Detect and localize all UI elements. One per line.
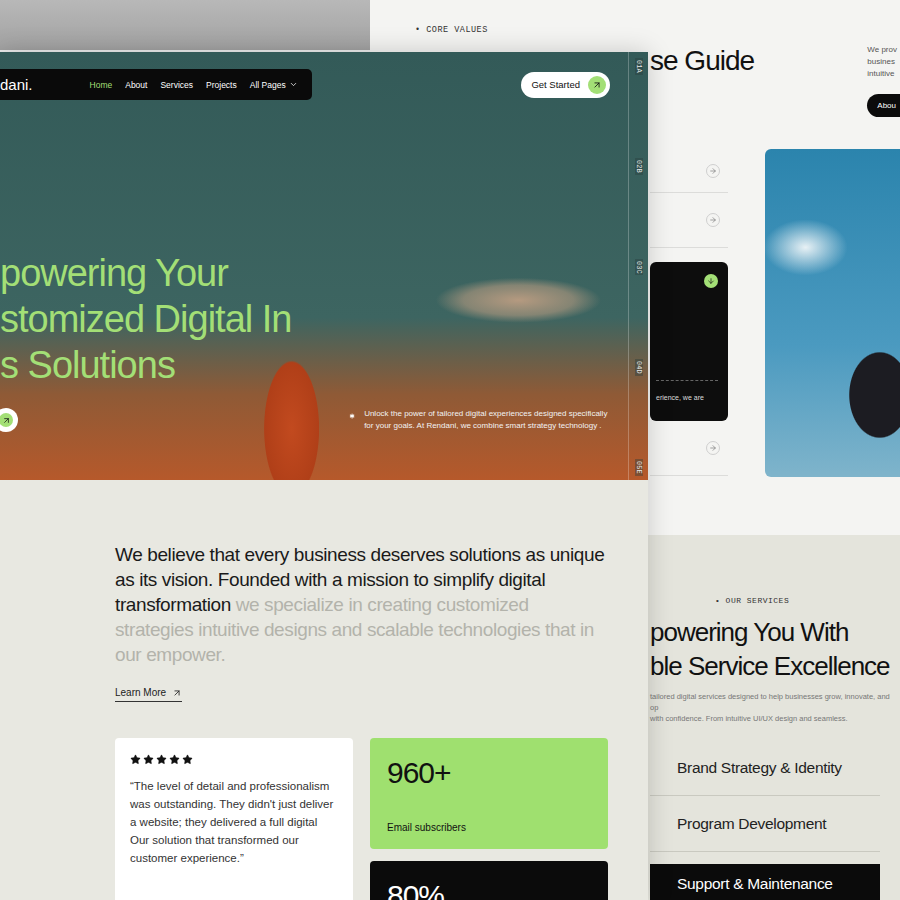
arrow-down-icon: [707, 277, 715, 285]
portrait-photo: [765, 149, 900, 477]
hero-arrow-button[interactable]: [0, 408, 18, 432]
value-card-text: erience, we are: [656, 393, 718, 403]
home-window: dani. Home About Services Projects All Pages G…: [0, 52, 648, 900]
arrow-badge: [0, 413, 13, 427]
testimonial-quote: “The level of detail and professionalism…: [130, 777, 338, 867]
ruler-label: 05E: [635, 459, 643, 476]
learn-more-link[interactable]: Learn More: [115, 687, 182, 702]
values-list: erience, we are: [650, 149, 728, 477]
hero-content: dani. Home About Services Projects All Pages G…: [0, 52, 628, 480]
side-ruler: 01A 02B 03C 04D 05E: [628, 52, 648, 480]
star-icon: [182, 754, 193, 765]
arrow-right-icon: [709, 167, 717, 175]
ruler-label: 03C: [635, 259, 643, 276]
services-intro: tailored digital services designed to he…: [650, 691, 900, 724]
nav-link[interactable]: Services: [160, 80, 193, 90]
core-values-header: se Guide We provbusinesintuitive Abou: [650, 44, 900, 117]
arrow-up-right-icon: [2, 416, 11, 425]
value-card[interactable]: erience, we are: [650, 262, 728, 421]
stat-card: 960+ Email subscribers: [370, 738, 608, 849]
arrow-right-icon: [709, 444, 717, 452]
ruler-label: 04D: [635, 359, 643, 376]
nav-link[interactable]: Projects: [206, 80, 237, 90]
intro-line: with confidence. From intuitive UI/UX de…: [650, 713, 894, 724]
get-started-button[interactable]: Get Started: [521, 72, 610, 98]
hero-bottom-row: Unlock the power of tailored digital exp…: [0, 408, 610, 432]
heading-line: powering You With: [650, 615, 900, 649]
intro-line: intuitive: [867, 68, 894, 80]
headline-line: s Solutions: [0, 342, 610, 388]
about-text: We believe that every business deserves …: [115, 542, 610, 667]
value-row[interactable]: [650, 421, 728, 476]
stat-label: Email subscribers: [387, 822, 591, 833]
arrow-up-right-icon: [592, 80, 602, 90]
stat-value: 80%: [387, 879, 591, 900]
value-row[interactable]: [650, 149, 728, 193]
services-window: • OUR SERVICES powering You Withble Servi…: [640, 535, 900, 900]
arrow-right-icon: [709, 216, 717, 224]
cards-grid: “The level of detail and professionalism…: [115, 738, 608, 900]
testimonial-card: “The level of detail and professionalism…: [115, 738, 353, 900]
chevron-down-icon: [289, 80, 298, 89]
hero-description-text: Unlock the power of tailored digital exp…: [364, 408, 610, 432]
core-values-main: erience, we are: [650, 149, 900, 477]
star-icon: [156, 754, 167, 765]
intro-line: busines: [867, 56, 895, 68]
row-arrow[interactable]: [706, 213, 720, 227]
intro-line: We prov: [867, 44, 897, 56]
arrow-badge: [588, 76, 606, 94]
core-values-body: se Guide We provbusinesintuitive Abou erien…: [650, 36, 900, 477]
showcase-canvas: • CORE VALUES se Guide We provbusinesintui…: [0, 0, 900, 900]
stat-value: 960+: [387, 756, 591, 790]
arrow-up-right-icon: [172, 688, 182, 698]
service-item[interactable]: Support & Maintenance: [650, 864, 880, 900]
service-item[interactable]: Program Development: [650, 796, 880, 852]
background-window: [0, 0, 370, 50]
about-section: We believe that every business deserves …: [0, 480, 648, 900]
stat-card: 80%: [370, 861, 608, 900]
hero-photo: dani. Home About Services Projects All Pages G…: [0, 52, 648, 480]
stats-column: 960+ Email subscribers 80%: [370, 738, 608, 900]
star-icon: [169, 754, 180, 765]
down-arrow-badge[interactable]: [704, 274, 718, 288]
services-list: Brand Strategy & IdentityProgram Develop…: [650, 740, 900, 900]
services-eyebrow: • OUR SERVICES: [715, 595, 900, 607]
core-values-eyebrow: • CORE VALUES: [415, 24, 900, 36]
row-arrow[interactable]: [706, 441, 720, 455]
star-rating: [130, 754, 338, 765]
ruler-label: 02B: [635, 158, 643, 175]
logo[interactable]: dani.: [0, 76, 33, 93]
dashed-divider: [656, 380, 718, 381]
asterisk-icon: [348, 408, 356, 424]
core-values-heading: se Guide: [650, 44, 754, 78]
star-icon: [130, 754, 141, 765]
hero-description: Unlock the power of tailored digital exp…: [348, 408, 610, 432]
about-button[interactable]: Abou: [867, 94, 900, 117]
headline-line: stomized Digital In: [0, 296, 610, 342]
service-item[interactable]: Brand Strategy & Identity: [650, 740, 880, 796]
value-row[interactable]: [650, 193, 728, 248]
core-values-intro: We provbusinesintuitive Abou: [867, 44, 900, 117]
intro-line: tailored digital services designed to he…: [650, 691, 894, 713]
nav-bar: dani. Home About Services Projects All Pages: [0, 69, 312, 100]
ruler-label: 01A: [635, 58, 643, 75]
row-arrow[interactable]: [706, 164, 720, 178]
about-muted-text: we specialize in creating customized str…: [115, 594, 594, 665]
services-heading: powering You Withble Service Excellence: [650, 615, 900, 683]
nav-row: dani. Home About Services Projects All Pages G…: [0, 69, 610, 100]
nav-link[interactable]: Home: [90, 80, 113, 90]
heading-line: ble Service Excellence: [650, 649, 900, 683]
headline-line: powering Your: [0, 250, 610, 296]
nav-link[interactable]: About: [125, 80, 147, 90]
hero-headline: powering Yourstomized Digital Ins Soluti…: [0, 250, 610, 388]
nav-link[interactable]: All Pages: [250, 80, 298, 90]
star-icon: [143, 754, 154, 765]
